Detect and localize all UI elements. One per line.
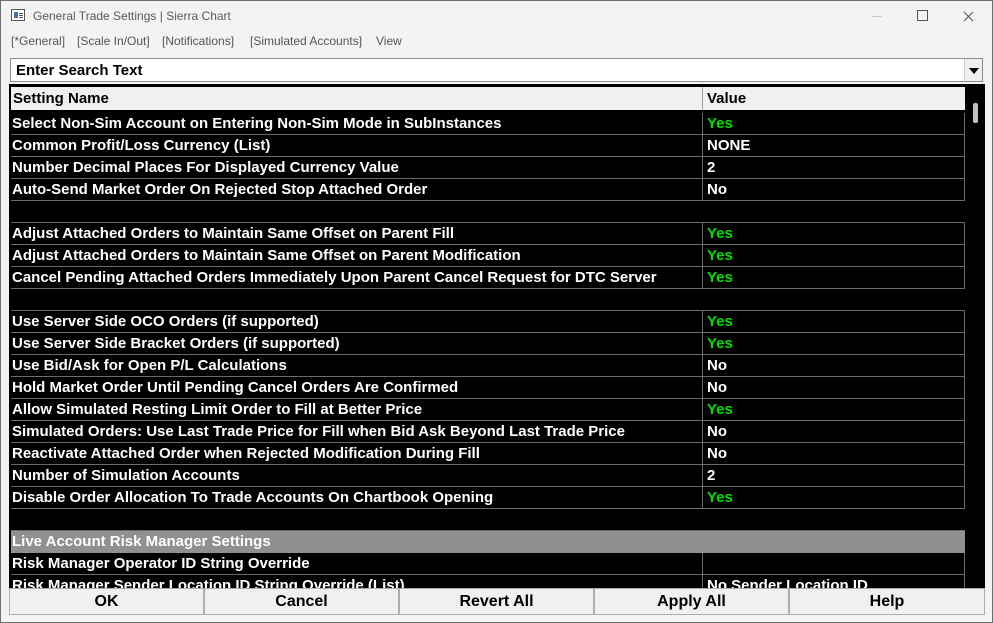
setting-name-cell: Adjust Attached Orders to Maintain Same … (11, 245, 703, 266)
section-header-row[interactable]: Live Account Risk Manager Settings (11, 531, 965, 553)
app-window-icon (11, 9, 25, 21)
search-combobox[interactable]: Enter Search Text (10, 58, 983, 82)
setting-name-cell: Risk Manager Operator ID String Override (11, 553, 703, 574)
cancel-button[interactable]: Cancel (204, 588, 399, 615)
setting-value-cell[interactable]: No (703, 443, 965, 464)
setting-name-cell: Use Server Side Bracket Orders (if suppo… (11, 333, 703, 354)
setting-value-cell[interactable]: No (703, 179, 965, 200)
scrollbar-thumb[interactable] (973, 103, 978, 123)
setting-name-cell: Reactivate Attached Order when Rejected … (11, 443, 703, 464)
header-setting-name[interactable]: Setting Name (11, 87, 703, 110)
close-button[interactable] (946, 1, 992, 31)
tab-notifications[interactable]: [Notifications] (162, 34, 234, 48)
setting-value-cell[interactable]: Yes (703, 245, 965, 266)
separator-row (11, 201, 965, 223)
setting-row[interactable]: Number Decimal Places For Displayed Curr… (11, 157, 965, 179)
setting-value-cell[interactable]: Yes (703, 113, 965, 134)
setting-value-cell (703, 509, 965, 530)
settings-window: General Trade Settings | Sierra Chart [*… (0, 0, 993, 623)
setting-value-cell[interactable]: Yes (703, 267, 965, 288)
setting-name-cell: Allow Simulated Resting Limit Order to F… (11, 399, 703, 420)
search-input-text[interactable]: Enter Search Text (16, 62, 142, 79)
minimize-button[interactable] (854, 1, 900, 31)
setting-name-cell: Disable Order Allocation To Trade Accoun… (11, 487, 703, 508)
setting-row[interactable]: Risk Manager Operator ID String Override (11, 553, 965, 575)
setting-value-cell[interactable]: No (703, 355, 965, 376)
tab-general[interactable]: [*General] (11, 34, 65, 48)
setting-value-cell[interactable]: 2 (703, 157, 965, 178)
setting-value-cell[interactable] (703, 553, 965, 574)
setting-value-cell[interactable]: NONE (703, 135, 965, 156)
setting-row[interactable]: Adjust Attached Orders to Maintain Same … (11, 245, 965, 267)
settings-grid: Setting Name Value Select Non-Sim Accoun… (9, 84, 985, 588)
setting-row[interactable]: Disable Order Allocation To Trade Accoun… (11, 487, 965, 509)
title-bar[interactable]: General Trade Settings | Sierra Chart (1, 1, 992, 31)
help-button[interactable]: Help (789, 588, 985, 615)
setting-value-cell[interactable]: Yes (703, 333, 965, 354)
setting-name-cell: Cancel Pending Attached Orders Immediate… (11, 267, 703, 288)
apply-all-button[interactable]: Apply All (594, 588, 789, 615)
setting-row[interactable]: Use Server Side OCO Orders (if supported… (11, 311, 965, 333)
setting-name-cell: Number of Simulation Accounts (11, 465, 703, 486)
setting-name-cell: Risk Manager Sender Location ID String O… (11, 575, 703, 588)
setting-row[interactable]: Reactivate Attached Order when Rejected … (11, 443, 965, 465)
settings-tab-menu: [*General] [Scale In/Out] [Notifications… (1, 31, 992, 51)
setting-name-cell: Hold Market Order Until Pending Cancel O… (11, 377, 703, 398)
tab-scale-in-out[interactable]: [Scale In/Out] (77, 34, 150, 48)
menu-view[interactable]: View (376, 34, 402, 48)
setting-value-cell[interactable]: No Sender Location ID (703, 575, 965, 588)
setting-name-cell: Common Profit/Loss Currency (List) (11, 135, 703, 156)
settings-rows: Select Non-Sim Account on Entering Non-S… (11, 113, 965, 588)
setting-name-cell: Select Non-Sim Account on Entering Non-S… (11, 113, 703, 134)
setting-name-cell: Use Bid/Ask for Open P/L Calculations (11, 355, 703, 376)
setting-value-cell[interactable]: No (703, 421, 965, 442)
setting-value-cell[interactable]: Yes (703, 223, 965, 244)
setting-row[interactable]: Number of Simulation Accounts 2 (11, 465, 965, 487)
dialog-button-bar: OK Cancel Revert All Apply All Help (9, 588, 985, 616)
separator-row (11, 509, 965, 531)
setting-value-cell (703, 289, 965, 310)
setting-name-cell: Live Account Risk Manager Settings (12, 533, 271, 550)
separator-row (11, 289, 965, 311)
setting-row[interactable]: Risk Manager Sender Location ID String O… (11, 575, 965, 588)
setting-row[interactable]: Common Profit/Loss Currency (List) NONE (11, 135, 965, 157)
setting-value-cell[interactable]: 2 (703, 465, 965, 486)
chevron-down-icon[interactable] (964, 59, 982, 81)
setting-row[interactable]: Allow Simulated Resting Limit Order to F… (11, 399, 965, 421)
setting-value-cell[interactable]: Yes (703, 487, 965, 508)
setting-name-cell: Use Server Side OCO Orders (if supported… (11, 311, 703, 332)
grid-header: Setting Name Value (11, 87, 965, 110)
setting-name-cell: Adjust Attached Orders to Maintain Same … (11, 223, 703, 244)
setting-value-cell[interactable]: No (703, 377, 965, 398)
setting-row[interactable]: Adjust Attached Orders to Maintain Same … (11, 223, 965, 245)
setting-name-cell: Number Decimal Places For Displayed Curr… (11, 157, 703, 178)
vertical-scrollbar[interactable] (967, 87, 985, 588)
setting-name-cell: Auto-Send Market Order On Rejected Stop … (11, 179, 703, 200)
ok-button[interactable]: OK (9, 588, 204, 615)
setting-name-cell: Simulated Orders: Use Last Trade Price f… (11, 421, 703, 442)
setting-value-cell (703, 201, 965, 222)
window-title: General Trade Settings | Sierra Chart (33, 9, 231, 23)
maximize-button[interactable] (900, 1, 946, 31)
header-value[interactable]: Value (703, 87, 965, 110)
setting-row[interactable]: Select Non-Sim Account on Entering Non-S… (11, 113, 965, 135)
setting-row[interactable]: Auto-Send Market Order On Rejected Stop … (11, 179, 965, 201)
setting-name-cell (11, 289, 703, 310)
setting-value-cell[interactable]: Yes (703, 399, 965, 420)
setting-name-cell (11, 201, 703, 222)
setting-name-cell (11, 509, 703, 530)
setting-row[interactable]: Use Bid/Ask for Open P/L Calculations No (11, 355, 965, 377)
tab-simulated-accounts[interactable]: [Simulated Accounts] (250, 34, 362, 48)
setting-row[interactable]: Use Server Side Bracket Orders (if suppo… (11, 333, 965, 355)
setting-row[interactable]: Simulated Orders: Use Last Trade Price f… (11, 421, 965, 443)
setting-value-cell[interactable]: Yes (703, 311, 965, 332)
setting-row[interactable]: Hold Market Order Until Pending Cancel O… (11, 377, 965, 399)
setting-row[interactable]: Cancel Pending Attached Orders Immediate… (11, 267, 965, 289)
revert-all-button[interactable]: Revert All (399, 588, 594, 615)
